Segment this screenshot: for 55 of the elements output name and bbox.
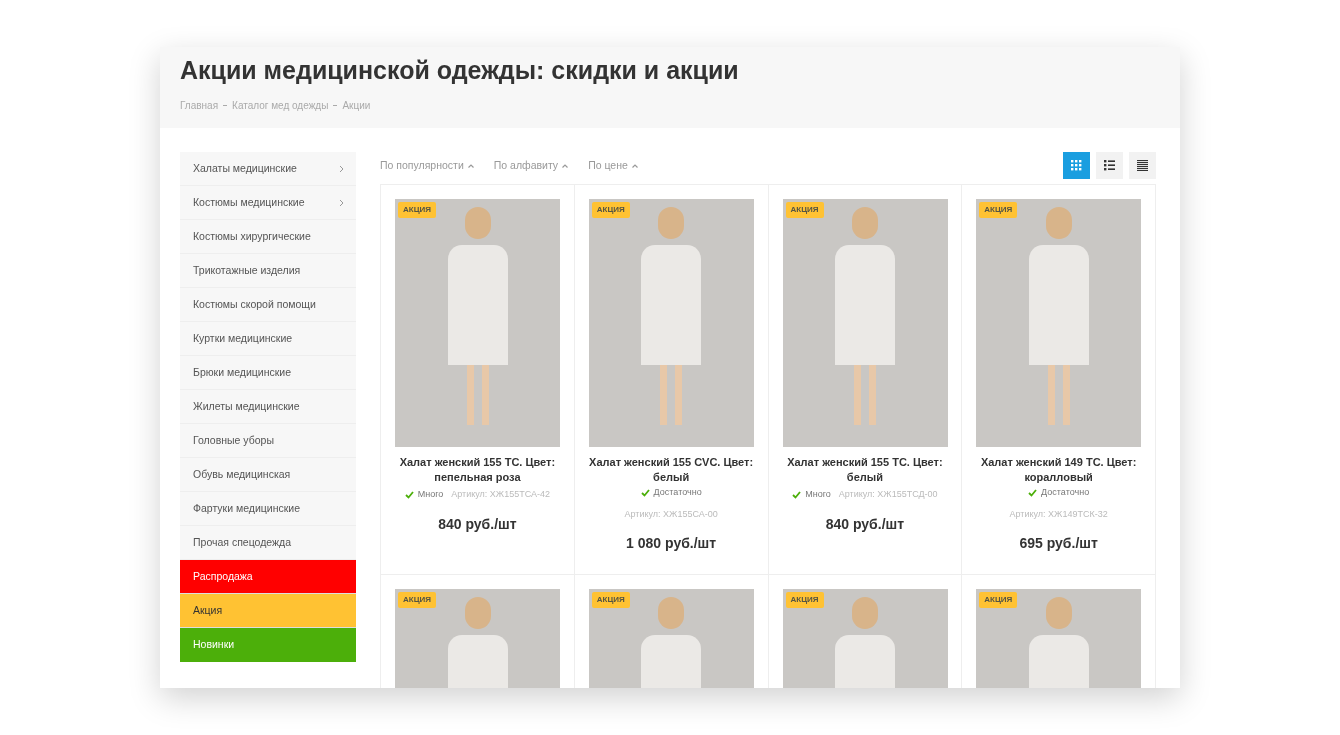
chevron-right-icon (339, 164, 344, 173)
stock-status: Достаточно (640, 486, 702, 500)
article-number: Артикул: ХЖ155ТСД-00 (838, 488, 938, 501)
promo-badge: АКЦИЯ (591, 202, 630, 218)
caret-up-icon (467, 163, 474, 168)
stock-status: Достаточно (1028, 486, 1090, 500)
chevron-right-icon (339, 198, 344, 207)
sidebar-item[interactable]: Обувь медицинская (180, 458, 356, 492)
check-icon (404, 490, 414, 499)
sidebar-item[interactable]: Головные уборы (180, 424, 356, 458)
product-price: 695 руб./шт (1018, 534, 1099, 553)
check-icon (792, 490, 802, 499)
product-title[interactable]: Халат женский 155 ТС. Цвет: белый (782, 455, 948, 485)
grid-icon (1071, 160, 1082, 171)
view-mode-button[interactable] (1129, 152, 1156, 179)
promo-badge: АКЦИЯ (979, 202, 1018, 218)
sidebar-item[interactable]: Распродажа (180, 560, 356, 594)
sidebar-item[interactable]: Халаты медицинские (180, 152, 356, 186)
article-number: Артикул: ХЖ155СА-00 (624, 507, 718, 521)
breadcrumb-separator (333, 105, 338, 106)
promo-badge: АКЦИЯ (785, 592, 824, 608)
check-icon (1028, 488, 1038, 497)
product-price: 840 руб./шт (824, 514, 906, 534)
stock-status: Много (404, 488, 444, 502)
sidebar-item[interactable]: Фартуки медицинские (180, 492, 356, 526)
breadcrumb-separator (223, 105, 228, 106)
sidebar-item[interactable]: Брюки медицинские (180, 356, 356, 390)
promo-badge: АКЦИЯ (979, 592, 1018, 608)
promo-badge: АКЦИЯ (785, 202, 824, 218)
page-title: Акции медицинской одежды: скидки и акции (180, 55, 740, 85)
product-price: 1 080 руб./шт (625, 534, 718, 553)
sidebar-item[interactable]: Костюмы медицинские (180, 186, 356, 220)
sidebar-item[interactable]: Трикотажные изделия (180, 254, 356, 288)
sidebar-item[interactable]: Куртки медицинские (180, 322, 356, 356)
sidebar-item[interactable]: Прочая спецодежда (180, 526, 356, 560)
article-number: Артикул: ХЖ155ТСА-42 (451, 488, 550, 501)
sidebar-item[interactable]: Костюмы хирургические (180, 220, 356, 254)
article-number: Артикул: ХЖ149ТСК-32 (1009, 507, 1108, 521)
caret-up-icon (562, 163, 569, 168)
sidebar-item[interactable]: Костюмы скорой помощи (180, 288, 356, 322)
promo-badge: АКЦИЯ (398, 592, 436, 608)
sidebar-item[interactable]: Жилеты медицинские (180, 390, 356, 424)
caret-up-icon (631, 163, 638, 168)
promo-badge: АКЦИЯ (591, 592, 630, 608)
list-icon (1104, 160, 1115, 171)
view-mode-button[interactable] (1096, 152, 1123, 179)
check-icon (640, 488, 650, 497)
product-title[interactable]: Халат женский 155 CVC. Цвет: белый (588, 455, 754, 485)
product-price: 840 руб./шт (437, 514, 518, 534)
sidebar-item[interactable]: Акция (180, 594, 356, 628)
table-view-icon (1137, 160, 1148, 171)
product-title[interactable]: Халат женский 155 ТС. Цвет: пепельная роза (395, 455, 560, 485)
stock-status: Много (792, 488, 831, 502)
product-title[interactable]: Халат женский 149 ТС. Цвет: коралловый (976, 455, 1141, 485)
promo-badge: АКЦИЯ (398, 202, 436, 218)
